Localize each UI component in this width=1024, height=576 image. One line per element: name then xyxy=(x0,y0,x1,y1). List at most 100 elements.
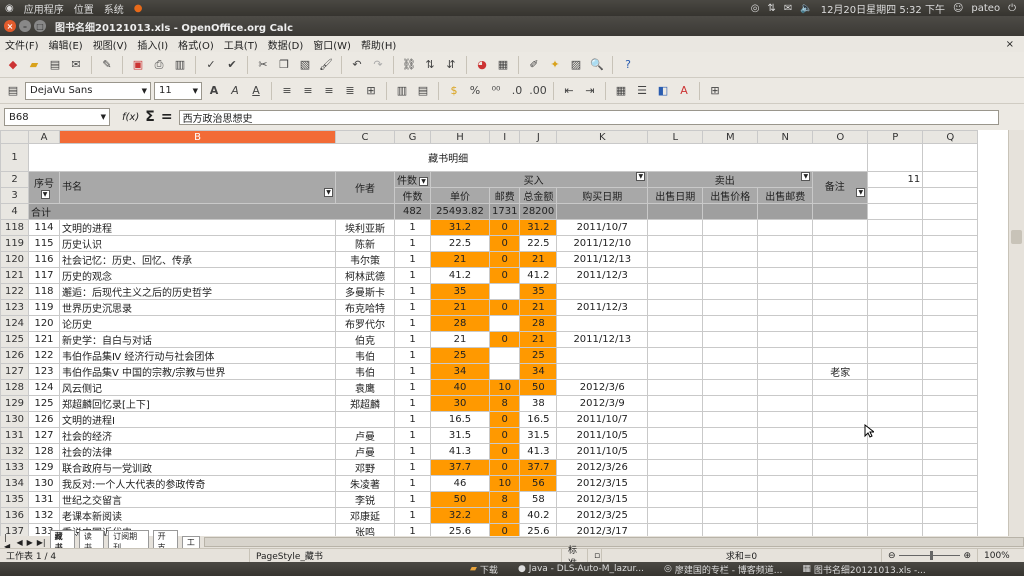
hyperlink-icon[interactable]: ⛓ xyxy=(400,56,418,74)
cell[interactable] xyxy=(757,315,814,332)
chevron-down-icon[interactable]: ▼ xyxy=(193,87,198,95)
cell-p2[interactable]: 11 xyxy=(867,171,924,188)
cell[interactable] xyxy=(702,459,759,476)
cell-bookname[interactable]: 韦伯作品集Ⅴ 中国的宗教/宗教与世界 xyxy=(59,363,336,380)
cell[interactable] xyxy=(702,443,759,460)
cell-bookname[interactable]: 历史认识 xyxy=(59,235,336,252)
zoom-slider[interactable]: ⊖ ⊕ xyxy=(882,548,978,563)
autofilter-icon[interactable]: ▼ xyxy=(856,188,866,197)
cell[interactable] xyxy=(922,315,979,332)
sum-count[interactable]: 482 xyxy=(394,203,431,220)
align-left-icon[interactable]: ≡ xyxy=(278,82,296,100)
sum-post[interactable]: 1731 xyxy=(488,203,521,220)
cell-date[interactable]: 2011/10/5 xyxy=(556,427,649,444)
cell[interactable] xyxy=(647,491,704,508)
underline-icon[interactable]: A xyxy=(247,82,265,100)
cell-bookname[interactable]: 邂逅：后现代主义之后的历史哲学 xyxy=(59,283,336,300)
cell[interactable] xyxy=(757,203,814,220)
cell-note[interactable] xyxy=(812,395,869,412)
cell-price[interactable]: 34 xyxy=(430,363,490,380)
chrome-icon[interactable]: ◎ xyxy=(751,3,760,14)
menu-places[interactable]: 位置 xyxy=(69,1,99,16)
row-header[interactable]: 4 xyxy=(0,203,29,220)
cell-seq[interactable]: 126 xyxy=(28,411,60,428)
redo-icon[interactable]: ↷ xyxy=(369,56,387,74)
cell-author[interactable]: 埃利亚斯 xyxy=(335,219,395,236)
vertical-scrollbar[interactable] xyxy=(1008,130,1024,536)
cell-price[interactable]: 21 xyxy=(430,331,490,348)
cell-count[interactable]: 1 xyxy=(394,363,431,380)
menu-edit[interactable]: 编辑(E) xyxy=(44,37,88,52)
cell[interactable] xyxy=(647,331,704,348)
borders-icon[interactable]: ▦ xyxy=(612,82,630,100)
cell[interactable] xyxy=(702,379,759,396)
cell-date[interactable]: 2011/10/5 xyxy=(556,443,649,460)
cell[interactable] xyxy=(647,507,704,524)
row-header[interactable]: 2 xyxy=(0,171,29,188)
equals-icon[interactable]: = xyxy=(161,109,173,125)
cell[interactable] xyxy=(647,475,704,492)
cell[interactable] xyxy=(702,491,759,508)
cell-author[interactable]: 布克哈特 xyxy=(335,299,395,316)
autofilter-icon[interactable]: ▼ xyxy=(636,172,646,181)
number-format-icon[interactable]: ⁰⁰ xyxy=(487,82,505,100)
cell[interactable] xyxy=(867,363,924,380)
cell[interactable] xyxy=(922,171,979,188)
cell[interactable] xyxy=(647,363,704,380)
cell[interactable] xyxy=(647,379,704,396)
cell-post[interactable]: 8 xyxy=(488,395,521,412)
cell[interactable] xyxy=(867,251,924,268)
cell[interactable] xyxy=(647,283,704,300)
cell-seq[interactable]: 118 xyxy=(28,283,60,300)
cell-note[interactable] xyxy=(812,283,869,300)
cell-date[interactable]: 2012/3/15 xyxy=(556,491,649,508)
cell-count[interactable]: 1 xyxy=(394,267,431,284)
chevron-down-icon[interactable]: ▼ xyxy=(142,87,147,95)
cell[interactable] xyxy=(702,283,759,300)
cell-post[interactable]: 0 xyxy=(488,459,521,476)
cell-date[interactable] xyxy=(556,283,649,300)
cell-post[interactable] xyxy=(488,347,521,364)
cell-note[interactable] xyxy=(812,251,869,268)
row-header[interactable]: 123 xyxy=(0,299,29,316)
cell[interactable] xyxy=(867,395,924,412)
tab-nav-next-icon[interactable]: ▶ xyxy=(27,538,33,547)
merge-cells-icon[interactable]: ⊞ xyxy=(362,82,380,100)
cell-bookname[interactable]: 韦伯作品集Ⅳ 经济行动与社会团体 xyxy=(59,347,336,364)
cell[interactable] xyxy=(922,475,979,492)
increase-indent-icon[interactable]: ⇥ xyxy=(581,82,599,100)
row-header[interactable]: 129 xyxy=(0,395,29,412)
cell[interactable] xyxy=(922,491,979,508)
cell-bookname[interactable]: 郑超麟回忆录[上下] xyxy=(59,395,336,412)
cell-date[interactable]: 2012/3/9 xyxy=(556,395,649,412)
cell[interactable] xyxy=(867,475,924,492)
header-sell-price[interactable]: 出售价格 xyxy=(702,187,759,204)
cell-seq[interactable]: 131 xyxy=(28,491,60,508)
cell-total[interactable]: 34 xyxy=(519,363,558,380)
cell[interactable] xyxy=(647,427,704,444)
cell[interactable] xyxy=(922,395,979,412)
menu-applications[interactable]: 应用程序 xyxy=(19,1,69,16)
cell-post[interactable]: 0 xyxy=(488,523,521,536)
cell-total[interactable]: 41.2 xyxy=(519,267,558,284)
cell[interactable] xyxy=(702,299,759,316)
menu-format[interactable]: 格式(O) xyxy=(173,37,219,52)
cell[interactable] xyxy=(867,267,924,284)
cell-seq[interactable]: 125 xyxy=(28,395,60,412)
power-icon[interactable]: ⏻ xyxy=(1008,3,1016,14)
row-header[interactable]: 133 xyxy=(0,459,29,476)
cell-count[interactable]: 1 xyxy=(394,475,431,492)
cell[interactable] xyxy=(647,299,704,316)
cell-author[interactable]: 柯林武德 xyxy=(335,267,395,284)
cell[interactable] xyxy=(757,299,814,316)
column-header-p[interactable]: P xyxy=(867,130,924,144)
cell-count[interactable]: 1 xyxy=(394,443,431,460)
cell-author[interactable]: 韦伯 xyxy=(335,363,395,380)
header-sell-post[interactable]: 出售邮费 xyxy=(757,187,814,204)
background-color-icon[interactable]: ◧ xyxy=(654,82,672,100)
cell[interactable] xyxy=(647,251,704,268)
copy-icon[interactable]: ❐ xyxy=(275,56,293,74)
cell-count[interactable]: 1 xyxy=(394,251,431,268)
column-header-g[interactable]: G xyxy=(394,130,431,144)
delete-decimal-icon[interactable]: .00 xyxy=(529,82,547,100)
